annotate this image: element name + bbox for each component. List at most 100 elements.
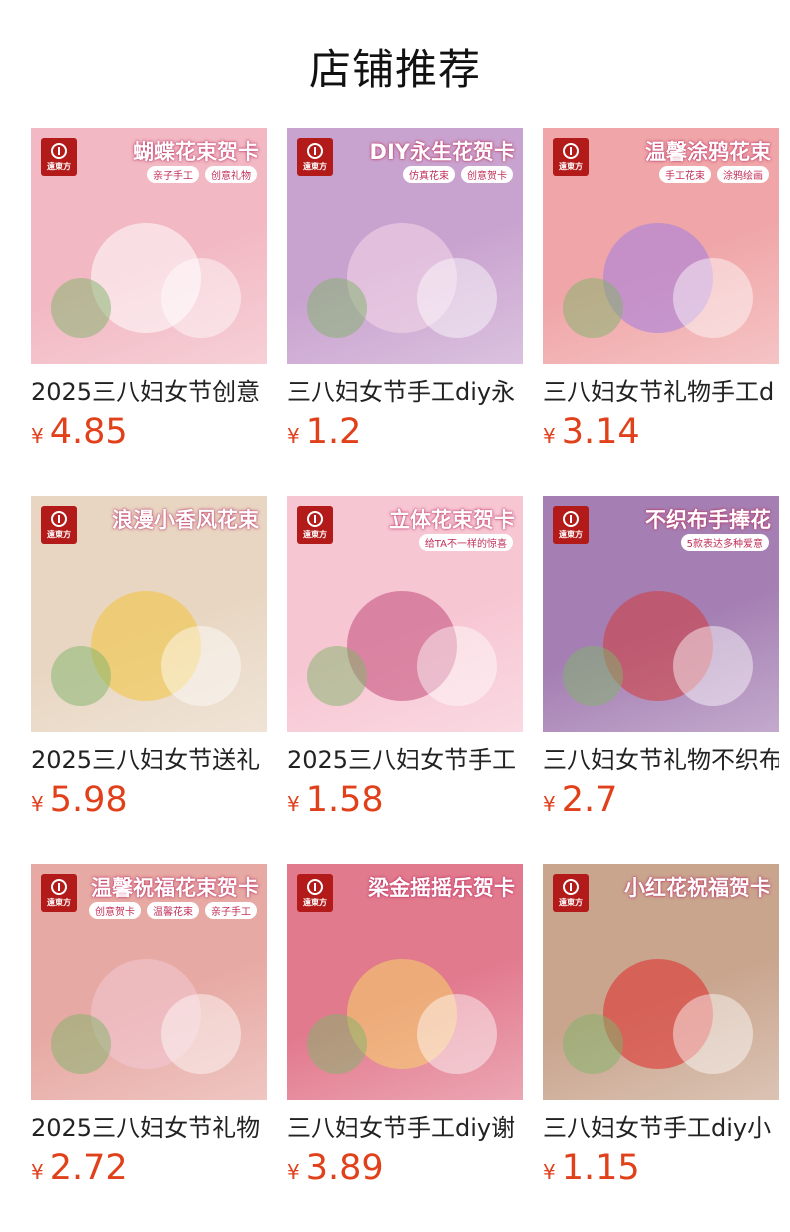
product-image[interactable]: 遠東方 浪漫小香风花束: [31, 496, 267, 732]
stem-decoration: [51, 278, 111, 338]
currency-symbol: ¥: [287, 792, 300, 816]
price-value: 1.2: [305, 412, 362, 452]
image-tag: 亲子手工: [147, 166, 199, 183]
product-card[interactable]: 遠東方 立体花束贺卡给TA不一样的惊喜 2025三八妇女节手工 ¥1.58: [287, 496, 523, 864]
stem-decoration: [51, 1014, 111, 1074]
logo-text: 遠東方: [47, 897, 71, 907]
logo-text: 遠東方: [559, 897, 583, 907]
flower-decoration: [673, 258, 753, 338]
currency-symbol: ¥: [31, 424, 44, 448]
logo-mark-icon: [51, 142, 67, 159]
product-title[interactable]: 2025三八妇女节手工: [287, 744, 523, 776]
logo-mark-icon: [307, 142, 323, 159]
product-title[interactable]: 三八妇女节手工diy永: [287, 376, 523, 408]
currency-symbol: ¥: [287, 424, 300, 448]
flower-decoration: [417, 994, 497, 1074]
logo-text: 遠東方: [559, 161, 583, 171]
product-grid: 遠東方 蝴蝶花束贺卡 亲子手工 创意礼物 2025三八妇女节创意 ¥4.85 遠東方 DIY永…: [31, 128, 779, 1232]
image-tag: 温馨花束: [147, 902, 199, 919]
flower-decoration: [161, 626, 241, 706]
stem-decoration: [307, 646, 367, 706]
currency-symbol: ¥: [31, 1160, 44, 1184]
product-image[interactable]: 遠東方 温馨涂鸦花束手工花束 涂鸦绘画: [543, 128, 779, 364]
image-tag: 创意贺卡: [461, 166, 513, 183]
product-card[interactable]: 遠東方 不织布手捧花 5款表达多种爱意三八妇女节礼物不织布 ¥2.7: [543, 496, 779, 864]
logo-text: 遠東方: [47, 529, 71, 539]
product-price: ¥2.72: [31, 1148, 267, 1188]
image-tag-group: 手工花束 涂鸦绘画: [659, 166, 769, 183]
product-card[interactable]: 遠東方 温馨涂鸦花束手工花束 涂鸦绘画三八妇女节礼物手工d ¥3.14: [543, 128, 779, 496]
image-tag-group: 给TA不一样的惊喜: [418, 534, 513, 551]
product-image[interactable]: 遠東方 温馨祝福花束贺卡创意贺卡 温馨花束 亲子手工: [31, 864, 267, 1100]
flower-decoration: [161, 258, 241, 338]
image-tag-group: 亲子手工 创意礼物: [147, 166, 257, 183]
brand-logo: 遠東方: [41, 138, 77, 176]
product-price: ¥4.85: [31, 412, 267, 452]
product-card[interactable]: 遠東方 浪漫小香风花束 2025三八妇女节送礼 ¥5.98: [31, 496, 267, 864]
logo-text: 遠東方: [303, 529, 327, 539]
price-value: 3.14: [561, 412, 640, 452]
logo-text: 遠東方: [303, 161, 327, 171]
product-image[interactable]: 遠東方 不织布手捧花 5款表达多种爱意: [543, 496, 779, 732]
product-image[interactable]: 遠東方 DIY永生花贺卡仿真花束 创意贺卡: [287, 128, 523, 364]
product-card[interactable]: 遠東方 蝴蝶花束贺卡 亲子手工 创意礼物 2025三八妇女节创意 ¥4.85: [31, 128, 267, 496]
currency-symbol: ¥: [31, 792, 44, 816]
stem-decoration: [307, 1014, 367, 1074]
image-tag-group: 创意贺卡 温馨花束 亲子手工: [89, 902, 257, 919]
product-title[interactable]: 2025三八妇女节礼物: [31, 1112, 267, 1144]
brand-logo: 遠東方: [553, 138, 589, 176]
product-title[interactable]: 2025三八妇女节创意: [31, 376, 267, 408]
image-tag: 涂鸦绘画: [717, 166, 769, 183]
image-tag-group: 仿真花束 创意贺卡: [403, 166, 513, 183]
page-title: 店铺推荐: [308, 45, 481, 94]
product-card[interactable]: 遠東方 温馨祝福花束贺卡创意贺卡 温馨花束 亲子手工 2025三八妇女节礼物 ¥2.72: [31, 864, 267, 1232]
image-tag: 创意贺卡: [89, 902, 141, 919]
currency-symbol: ¥: [543, 1160, 556, 1184]
product-image[interactable]: 遠東方 蝴蝶花束贺卡 亲子手工 创意礼物: [31, 128, 267, 364]
product-image[interactable]: 遠東方 梁金摇摇乐贺卡: [287, 864, 523, 1100]
stem-decoration: [51, 646, 111, 706]
product-title[interactable]: 三八妇女节手工diy小: [543, 1112, 779, 1144]
image-banner-text: 不织布手捧花: [645, 508, 771, 532]
image-banner-text: 温馨祝福花束贺卡: [91, 876, 259, 900]
flower-decoration: [673, 626, 753, 706]
product-image[interactable]: 遠東方 立体花束贺卡给TA不一样的惊喜: [287, 496, 523, 732]
stem-decoration: [307, 278, 367, 338]
stem-decoration: [563, 646, 623, 706]
brand-logo: 遠東方: [297, 874, 333, 912]
image-tag-group: 5款表达多种爱意: [680, 534, 769, 551]
logo-mark-icon: [51, 510, 67, 527]
logo-mark-icon: [307, 510, 323, 527]
brand-logo: 遠東方: [297, 506, 333, 544]
product-card[interactable]: 遠東方 DIY永生花贺卡仿真花束 创意贺卡三八妇女节手工diy永 ¥1.2: [287, 128, 523, 496]
logo-mark-icon: [563, 142, 579, 159]
image-banner-text: 温馨涂鸦花束: [645, 140, 771, 164]
image-banner-text: 立体花束贺卡: [389, 508, 515, 532]
logo-text: 遠東方: [303, 897, 327, 907]
image-tag: 亲子手工: [205, 902, 257, 919]
product-price: ¥3.14: [543, 412, 779, 452]
price-value: 4.85: [49, 412, 128, 452]
currency-symbol: ¥: [543, 792, 556, 816]
product-price: ¥5.98: [31, 780, 267, 820]
image-tag: 仿真花束: [403, 166, 455, 183]
flower-decoration: [161, 994, 241, 1074]
logo-mark-icon: [563, 510, 579, 527]
product-title[interactable]: 2025三八妇女节送礼: [31, 744, 267, 776]
product-title[interactable]: 三八妇女节手工diy谢: [287, 1112, 523, 1144]
price-value: 1.58: [305, 780, 384, 820]
logo-text: 遠東方: [559, 529, 583, 539]
product-title[interactable]: 三八妇女节礼物手工d: [543, 376, 779, 408]
product-card[interactable]: 遠東方 小红花祝福贺卡三八妇女节手工diy小 ¥1.15: [543, 864, 779, 1232]
image-tag: 创意礼物: [205, 166, 257, 183]
product-image[interactable]: 遠東方 小红花祝福贺卡: [543, 864, 779, 1100]
product-title[interactable]: 三八妇女节礼物不织布: [543, 744, 779, 776]
flower-decoration: [673, 994, 753, 1074]
price-value: 2.7: [561, 780, 618, 820]
logo-mark-icon: [307, 878, 323, 895]
image-banner-text: DIY永生花贺卡: [369, 140, 515, 164]
stem-decoration: [563, 278, 623, 338]
product-card[interactable]: 遠東方 梁金摇摇乐贺卡 三八妇女节手工diy谢 ¥3.89: [287, 864, 523, 1232]
image-banner-text: 浪漫小香风花束: [112, 508, 259, 532]
product-price: ¥1.15: [543, 1148, 779, 1188]
